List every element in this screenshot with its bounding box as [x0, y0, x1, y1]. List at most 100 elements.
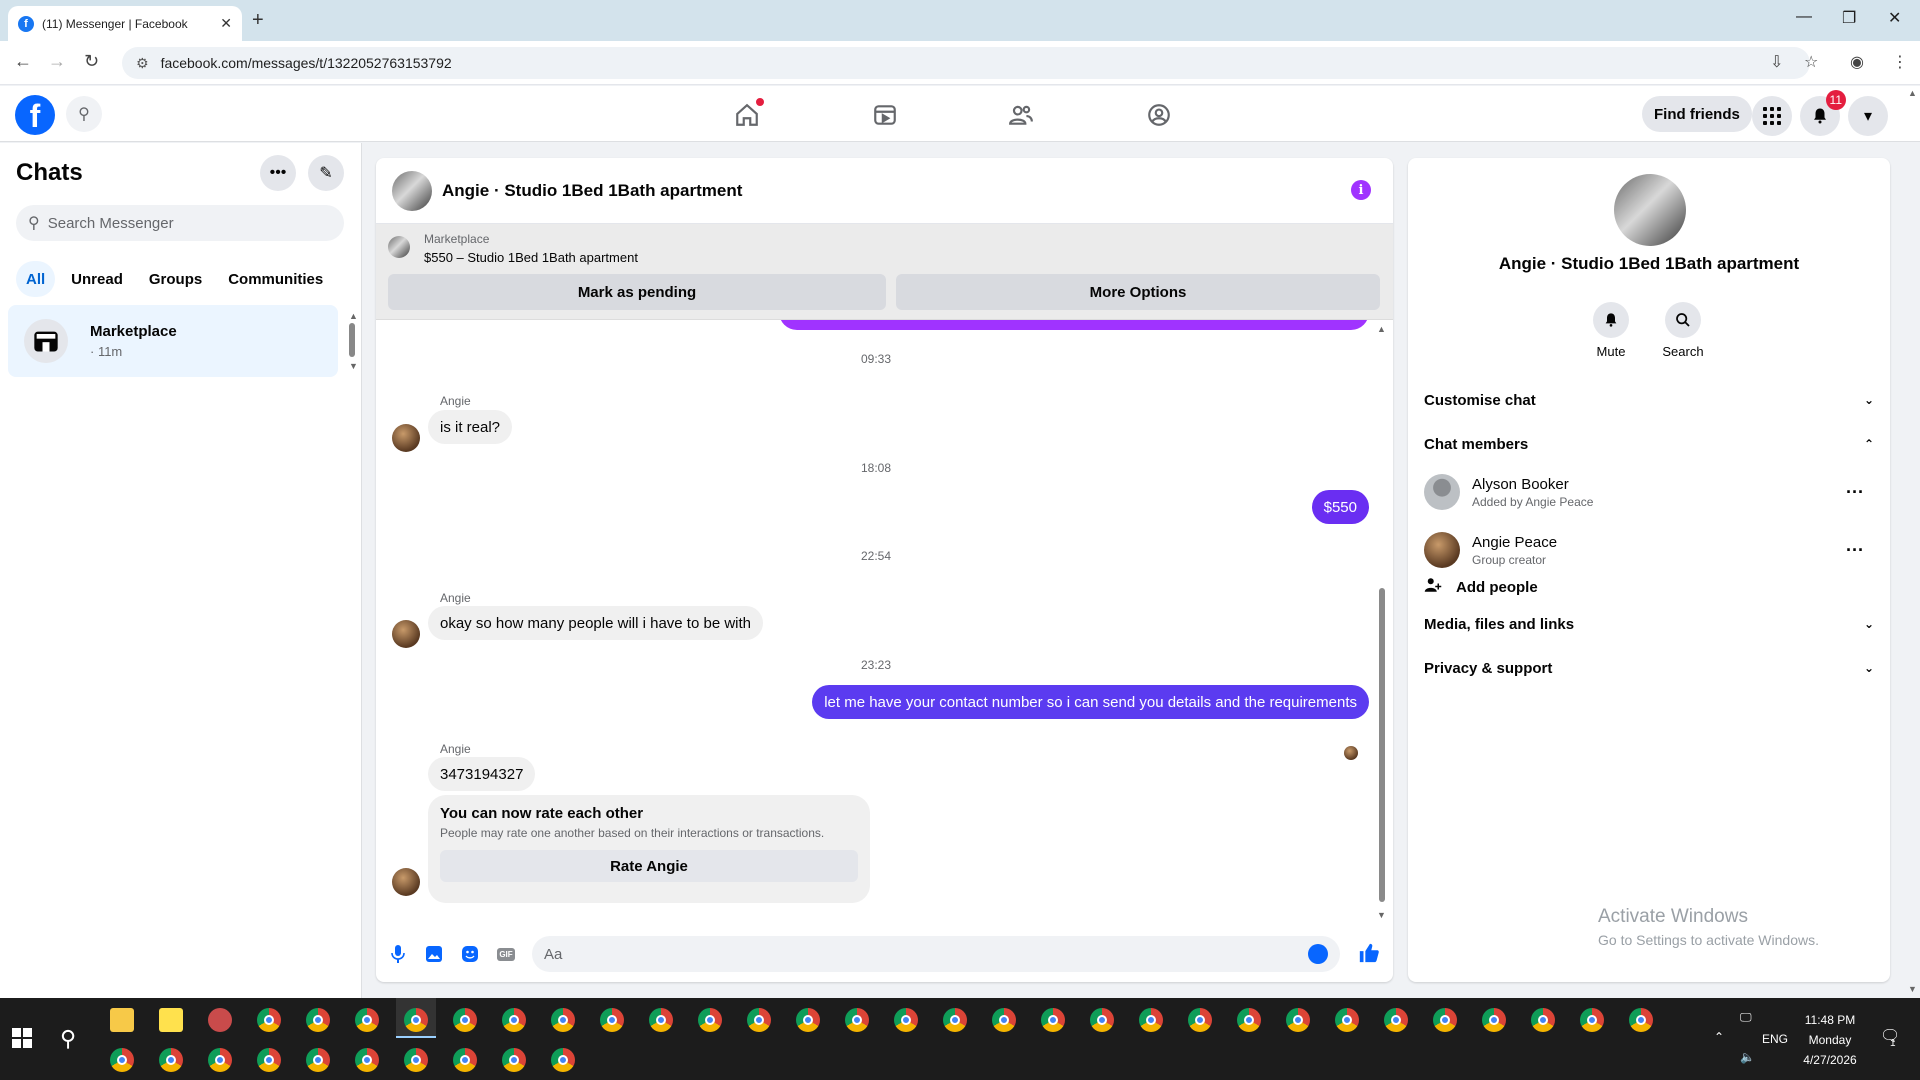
member-row[interactable]: Alyson Booker Added by Angie Peace ··· [1424, 466, 1874, 518]
chrome-icon[interactable] [453, 1048, 477, 1072]
close-window-icon[interactable]: ✕ [1888, 8, 1901, 28]
new-tab-icon[interactable]: + [252, 9, 264, 32]
filter-all[interactable]: All [16, 261, 56, 297]
message-bubble-outgoing[interactable]: $550 [1311, 490, 1369, 524]
reload-icon[interactable]: ↻ [84, 51, 99, 72]
scroll-thumb[interactable] [349, 323, 355, 357]
gaming-icon[interactable] [1144, 100, 1174, 130]
media-files-section[interactable]: Media, files and links ⌄ [1424, 606, 1874, 642]
add-people-button[interactable]: Add people [1424, 576, 1538, 599]
chrome-icon[interactable] [110, 1048, 134, 1072]
chrome-icon[interactable] [306, 1008, 330, 1032]
chrome-icon[interactable] [159, 1048, 183, 1072]
message-bubble-outgoing[interactable]: let me have your contact number so i can… [812, 685, 1369, 719]
chrome-icon[interactable] [943, 1008, 967, 1032]
chrome-icon[interactable] [1188, 1008, 1212, 1032]
language-indicator[interactable]: ENG [1762, 1032, 1788, 1046]
scroll-down-icon[interactable]: ▼ [349, 361, 358, 371]
search-in-chat-button[interactable]: Search [1648, 302, 1718, 359]
message-bubble-incoming[interactable]: 3473194327 [428, 757, 536, 791]
chrome-icon[interactable] [306, 1048, 330, 1072]
more-options-button[interactable]: More Options [896, 274, 1380, 310]
chat-members-section[interactable]: Chat members ⌃ [1424, 426, 1874, 462]
chat-info-avatar[interactable] [1614, 174, 1686, 246]
privacy-support-section[interactable]: Privacy & support ⌄ [1424, 650, 1874, 686]
filter-communities[interactable]: Communities [218, 261, 333, 297]
chrome-icon[interactable] [355, 1048, 379, 1072]
conversation-avatar[interactable] [392, 170, 432, 211]
chrome-icon[interactable] [1286, 1008, 1310, 1032]
video-icon[interactable] [870, 100, 900, 130]
member-row[interactable]: Angie Peace Group creator ··· [1424, 524, 1874, 576]
menu-grid-icon[interactable] [1752, 96, 1792, 136]
scroll-up-icon[interactable]: ▲ [1908, 88, 1917, 98]
friends-icon[interactable] [1006, 100, 1036, 130]
chrome-icon[interactable] [208, 1048, 232, 1072]
listing-title[interactable]: $550 – Studio 1Bed 1Bath apartment [424, 250, 638, 265]
chrome-icon[interactable] [257, 1008, 281, 1032]
system-clock[interactable]: 11:48 PM Monday 4/27/2026 [1790, 1010, 1870, 1070]
chrome-icon[interactable] [1335, 1008, 1359, 1032]
chrome-icon[interactable] [355, 1008, 379, 1032]
sticky-notes-icon[interactable] [159, 1008, 183, 1032]
thumbs-up-icon[interactable] [1358, 942, 1380, 970]
facebook-logo-icon[interactable]: f [15, 95, 55, 135]
site-settings-icon[interactable]: ⚙ [136, 55, 149, 72]
emoji-icon[interactable] [1308, 944, 1328, 964]
mark-as-pending-button[interactable]: Mark as pending [388, 274, 886, 310]
close-tab-icon[interactable]: ✕ [220, 15, 232, 32]
chrome-icon[interactable] [1237, 1008, 1261, 1032]
home-icon[interactable] [732, 98, 764, 130]
chrome-icon[interactable] [992, 1008, 1016, 1032]
restore-icon[interactable]: ❐ [1842, 8, 1856, 28]
install-app-icon[interactable]: ⇩ [1770, 52, 1783, 72]
more-options-icon[interactable]: ••• [260, 155, 296, 191]
chrome-icon[interactable] [404, 1048, 428, 1072]
search-icon[interactable]: ⚲ [66, 96, 102, 132]
file-explorer-icon[interactable] [110, 1008, 134, 1032]
sender-avatar[interactable] [392, 620, 420, 648]
chrome-icon[interactable] [551, 1048, 575, 1072]
chrome-icon[interactable] [1384, 1008, 1408, 1032]
message-input[interactable]: Aa [532, 936, 1340, 972]
new-message-icon[interactable]: ✎ [308, 155, 344, 191]
network-icon[interactable]: 🖵 [1740, 1010, 1752, 1025]
search-messenger-input[interactable]: ⚲ Search Messenger [16, 205, 344, 241]
chrome-icon[interactable] [1580, 1008, 1604, 1032]
chrome-icon[interactable] [600, 1008, 624, 1032]
page-scrollbar[interactable]: ▲ ▼ [1906, 88, 1918, 998]
info-icon[interactable]: i [1351, 180, 1371, 200]
chrome-icon[interactable] [698, 1008, 722, 1032]
conversation-title[interactable]: Angie · Studio 1Bed 1Bath apartment [442, 181, 742, 201]
show-hidden-icons-chevron-icon[interactable]: ⌃ [1714, 1030, 1724, 1044]
microphone-icon[interactable] [388, 944, 408, 964]
chrome-icon[interactable] [1629, 1008, 1653, 1032]
profile-icon[interactable]: ◉ [1850, 52, 1864, 72]
url-field[interactable]: ⚙ facebook.com/messages/t/13220527631537… [122, 47, 1810, 79]
scroll-down-icon[interactable]: ▼ [1377, 910, 1386, 920]
chrome-icon[interactable] [796, 1008, 820, 1032]
notifications-bell-icon[interactable]: 11 [1800, 90, 1846, 136]
scroll-up-icon[interactable]: ▲ [349, 311, 358, 321]
chrome-icon[interactable] [1090, 1008, 1114, 1032]
filter-groups[interactable]: Groups [139, 261, 212, 297]
scroll-up-icon[interactable]: ▲ [1377, 324, 1386, 334]
chrome-icon[interactable] [649, 1008, 673, 1032]
chat-list-item[interactable]: Marketplace · 11m [8, 305, 338, 377]
scroll-down-icon[interactable]: ▼ [1908, 984, 1917, 994]
browser-tab[interactable]: f (11) Messenger | Facebook ✕ [8, 6, 242, 41]
back-icon[interactable]: ← [14, 51, 32, 72]
chrome-icon[interactable] [1433, 1008, 1457, 1032]
message-bubble-incoming[interactable]: okay so how many people will i have to b… [428, 606, 764, 640]
windows-start-icon[interactable] [12, 1028, 32, 1048]
account-chevron-icon[interactable]: ▾ [1848, 96, 1888, 136]
scroll-thumb[interactable] [1379, 588, 1385, 902]
sticker-icon[interactable] [460, 944, 480, 964]
mute-button[interactable]: Mute [1576, 302, 1646, 359]
chrome-icon[interactable] [551, 1008, 575, 1032]
chrome-icon[interactable] [257, 1048, 281, 1072]
photo-icon[interactable] [424, 944, 444, 964]
chrome-icon[interactable] [747, 1008, 771, 1032]
sender-avatar[interactable] [392, 868, 420, 896]
taskbar-search-icon[interactable]: ⚲ [60, 1026, 76, 1052]
